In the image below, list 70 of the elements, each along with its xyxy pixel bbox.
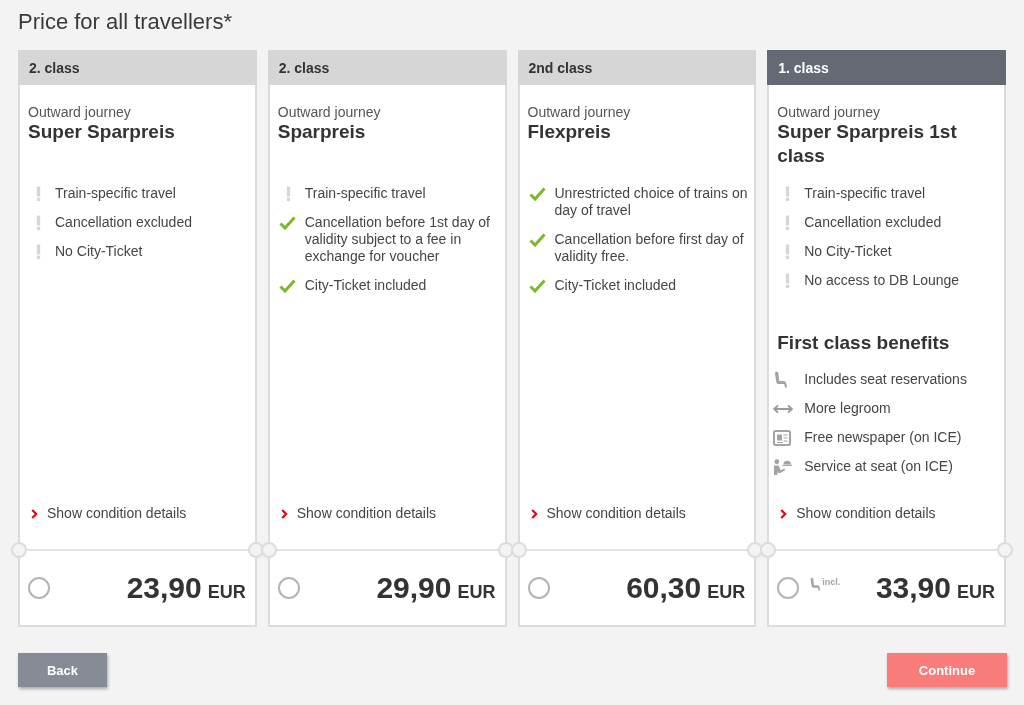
fare-name: Super Sparpreis 1st class [777, 120, 958, 168]
currency-label: EUR [457, 582, 496, 603]
condition-text: Train-specific travel [304, 185, 426, 202]
journey-label: Outward journey [28, 105, 132, 120]
exclamation-icon [36, 185, 41, 202]
seat-icon [773, 371, 789, 388]
page-title: Price for all travellers* [18, 8, 232, 36]
waiter-service-icon [773, 458, 793, 475]
class-header: 2nd class [517, 50, 757, 85]
chevron-icon [31, 508, 38, 519]
price-amount: 29,90 [376, 571, 452, 605]
condition-details-link[interactable]: Show condition details [280, 505, 437, 522]
radio-button[interactable] [277, 577, 300, 599]
condition-text: City-Ticket included [554, 277, 677, 294]
journey-label: Outward journey [277, 105, 382, 120]
exclamation-icon [785, 272, 791, 289]
currency-label: EUR [207, 582, 246, 603]
condition-text: No City-Ticket [804, 243, 892, 260]
price-amount: 60,30 [626, 571, 702, 605]
check-icon [278, 215, 296, 230]
included-note: incl. [822, 577, 841, 587]
benefit-text: Free newspaper (on ICE) [804, 429, 962, 446]
benefit-text: Includes seat reservations [804, 371, 967, 388]
condition-text: Cancellation before first day of validity free. [554, 231, 745, 265]
chevron-icon [280, 508, 288, 519]
exclamation-icon [785, 243, 791, 260]
class-header: 2. class [267, 50, 507, 85]
benefit-text: More legroom [804, 400, 891, 417]
radio-button[interactable] [527, 577, 550, 599]
exclamation-icon [36, 243, 41, 260]
currency-label: EUR [707, 582, 746, 603]
radio-button[interactable] [28, 577, 50, 599]
radio-button[interactable] [777, 577, 800, 599]
price-amount: 33,90 [875, 571, 951, 605]
check-icon [528, 232, 546, 247]
condition-details-link[interactable]: Show condition details [780, 505, 936, 522]
condition-text: Unrestricted choice of trains on day of travel [554, 185, 749, 219]
benefit-text: Service at seat (on ICE) [804, 458, 953, 475]
condition-text: Cancellation excluded [55, 214, 192, 231]
chevron-icon [530, 508, 538, 519]
condition-text: Train-specific travel [804, 185, 926, 202]
condition-text: Cancellation excluded [804, 214, 942, 231]
condition-text: Train-specific travel [55, 185, 176, 202]
exclamation-icon [285, 185, 291, 202]
class-header: 2. class [18, 50, 257, 85]
condition-text: City-Ticket included [304, 277, 427, 294]
check-icon [528, 278, 546, 293]
fare-name: Flexpreis [527, 120, 612, 144]
fare-name: Sparpreis [277, 120, 367, 144]
chevron-icon [780, 508, 788, 519]
benefits-heading: First class benefits [777, 331, 951, 355]
check-icon [528, 186, 546, 201]
exclamation-icon [36, 214, 41, 231]
condition-text: No access to DB Lounge [804, 272, 960, 289]
price-amount: 23,90 [126, 571, 202, 605]
condition-text: Cancellation before 1st day of validity subject to a fee in exchange for voucher [304, 214, 491, 265]
journey-label: Outward journey [527, 105, 632, 120]
class-header: 1. class [767, 50, 1006, 85]
seat-icon [809, 577, 822, 591]
condition-details-link[interactable]: Show condition details [530, 505, 686, 522]
condition-text: No City-Ticket [55, 243, 143, 260]
double-arrow-icon [773, 403, 794, 414]
fare-name: Super Sparpreis [28, 120, 176, 144]
exclamation-icon [785, 185, 791, 202]
journey-label: Outward journey [777, 105, 881, 120]
check-icon [278, 278, 296, 293]
exclamation-icon [785, 214, 791, 231]
condition-details-link[interactable]: Show condition details [31, 505, 187, 522]
currency-label: EUR [957, 582, 995, 603]
newspaper-icon [773, 429, 792, 446]
